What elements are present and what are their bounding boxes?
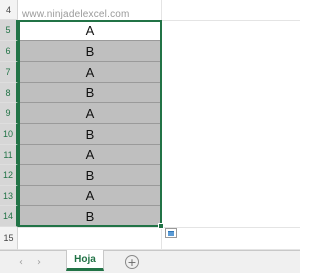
cell-a10[interactable]: B xyxy=(19,124,161,145)
cell-a9[interactable]: A xyxy=(19,103,161,124)
row-header-9[interactable]: 9 xyxy=(0,103,18,124)
add-sheet-icon[interactable]: + xyxy=(125,255,139,269)
row-header-4[interactable]: 4 xyxy=(0,0,18,20)
row-header-14[interactable]: 14 xyxy=(0,206,18,227)
row-header-6[interactable]: 6 xyxy=(0,41,18,62)
column-gridline xyxy=(161,0,162,250)
cell-a11[interactable]: A xyxy=(19,145,161,165)
row-header-10[interactable]: 10 xyxy=(0,124,18,145)
cell-a7[interactable]: A xyxy=(19,62,161,83)
row-header-13[interactable]: 13 xyxy=(0,186,18,206)
cell-a8[interactable]: B xyxy=(19,83,161,103)
fill-handle[interactable] xyxy=(158,223,164,229)
cell-a13[interactable]: A xyxy=(19,186,161,206)
row-header-15[interactable]: 15 xyxy=(0,227,18,250)
cell-a6[interactable]: B xyxy=(19,41,161,62)
row-header-12[interactable]: 12 xyxy=(0,165,18,186)
cell-a14[interactable]: B xyxy=(19,206,161,227)
sheet-tab-hoja[interactable]: Hoja xyxy=(66,250,104,271)
sheet-tab-bar: ‹ › Hoja + xyxy=(0,250,300,273)
previous-sheet-icon[interactable]: ‹ xyxy=(14,255,28,269)
row-header-7[interactable]: 7 xyxy=(0,62,18,83)
watermark-text: www.ninjadelexcel.com xyxy=(22,9,130,20)
row-header-5[interactable]: 5 xyxy=(0,20,18,41)
cell-a5[interactable]: A xyxy=(19,20,161,41)
cell-a12[interactable]: B xyxy=(19,165,161,186)
next-sheet-icon[interactable]: › xyxy=(32,255,46,269)
spreadsheet-grid[interactable]: 4 5 6 7 8 9 10 11 12 13 14 15 www.ninjad… xyxy=(0,0,300,250)
row-header-11[interactable]: 11 xyxy=(0,145,18,165)
row-header-8[interactable]: 8 xyxy=(0,83,18,103)
quick-analysis-icon[interactable] xyxy=(165,228,177,238)
